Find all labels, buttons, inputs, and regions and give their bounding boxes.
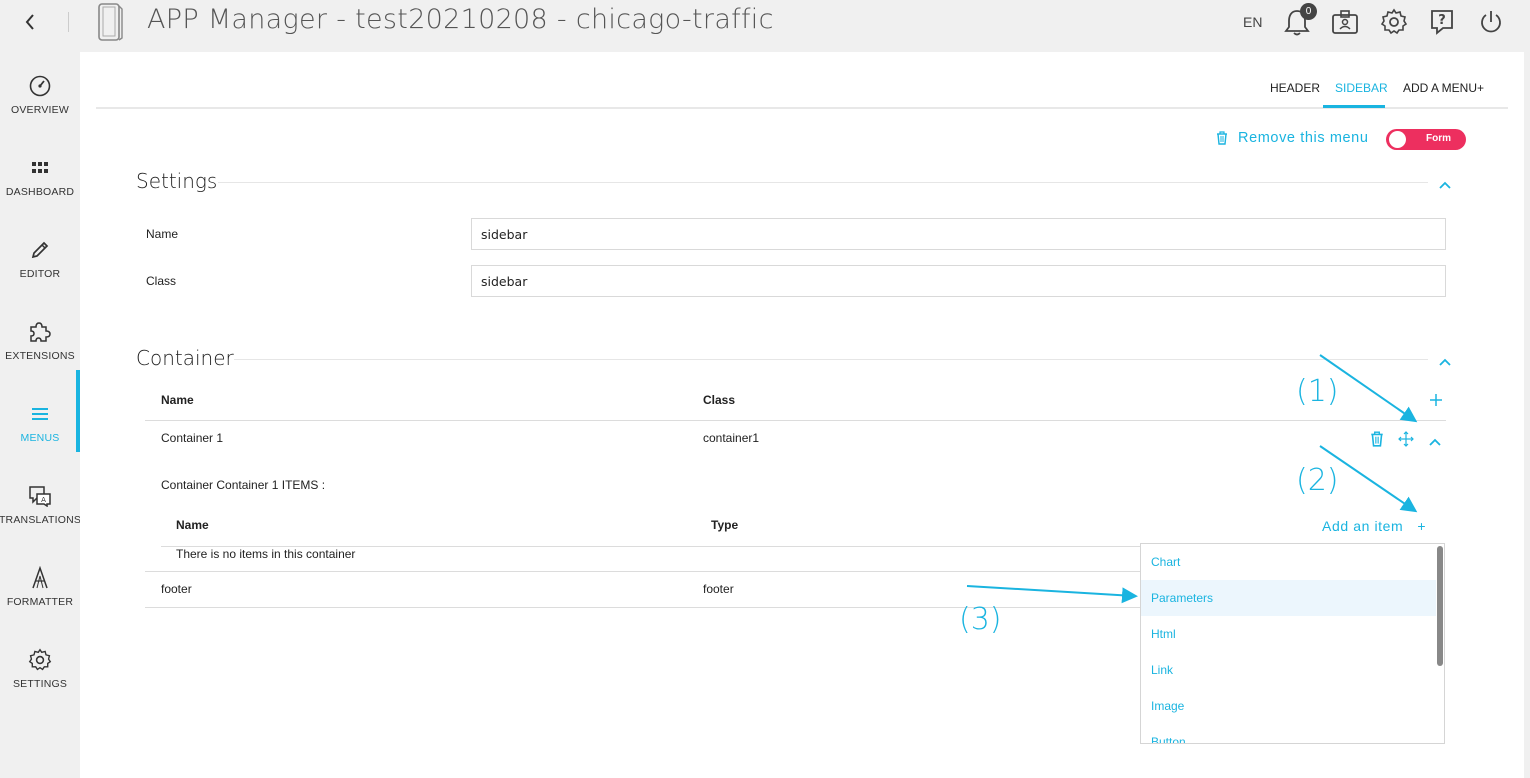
annotation-arrows <box>966 354 1418 604</box>
annotation-arrow-2 <box>1319 445 1418 513</box>
annotation-arrow-1 <box>1319 354 1418 423</box>
annotation-arrow-3 <box>966 585 1138 604</box>
